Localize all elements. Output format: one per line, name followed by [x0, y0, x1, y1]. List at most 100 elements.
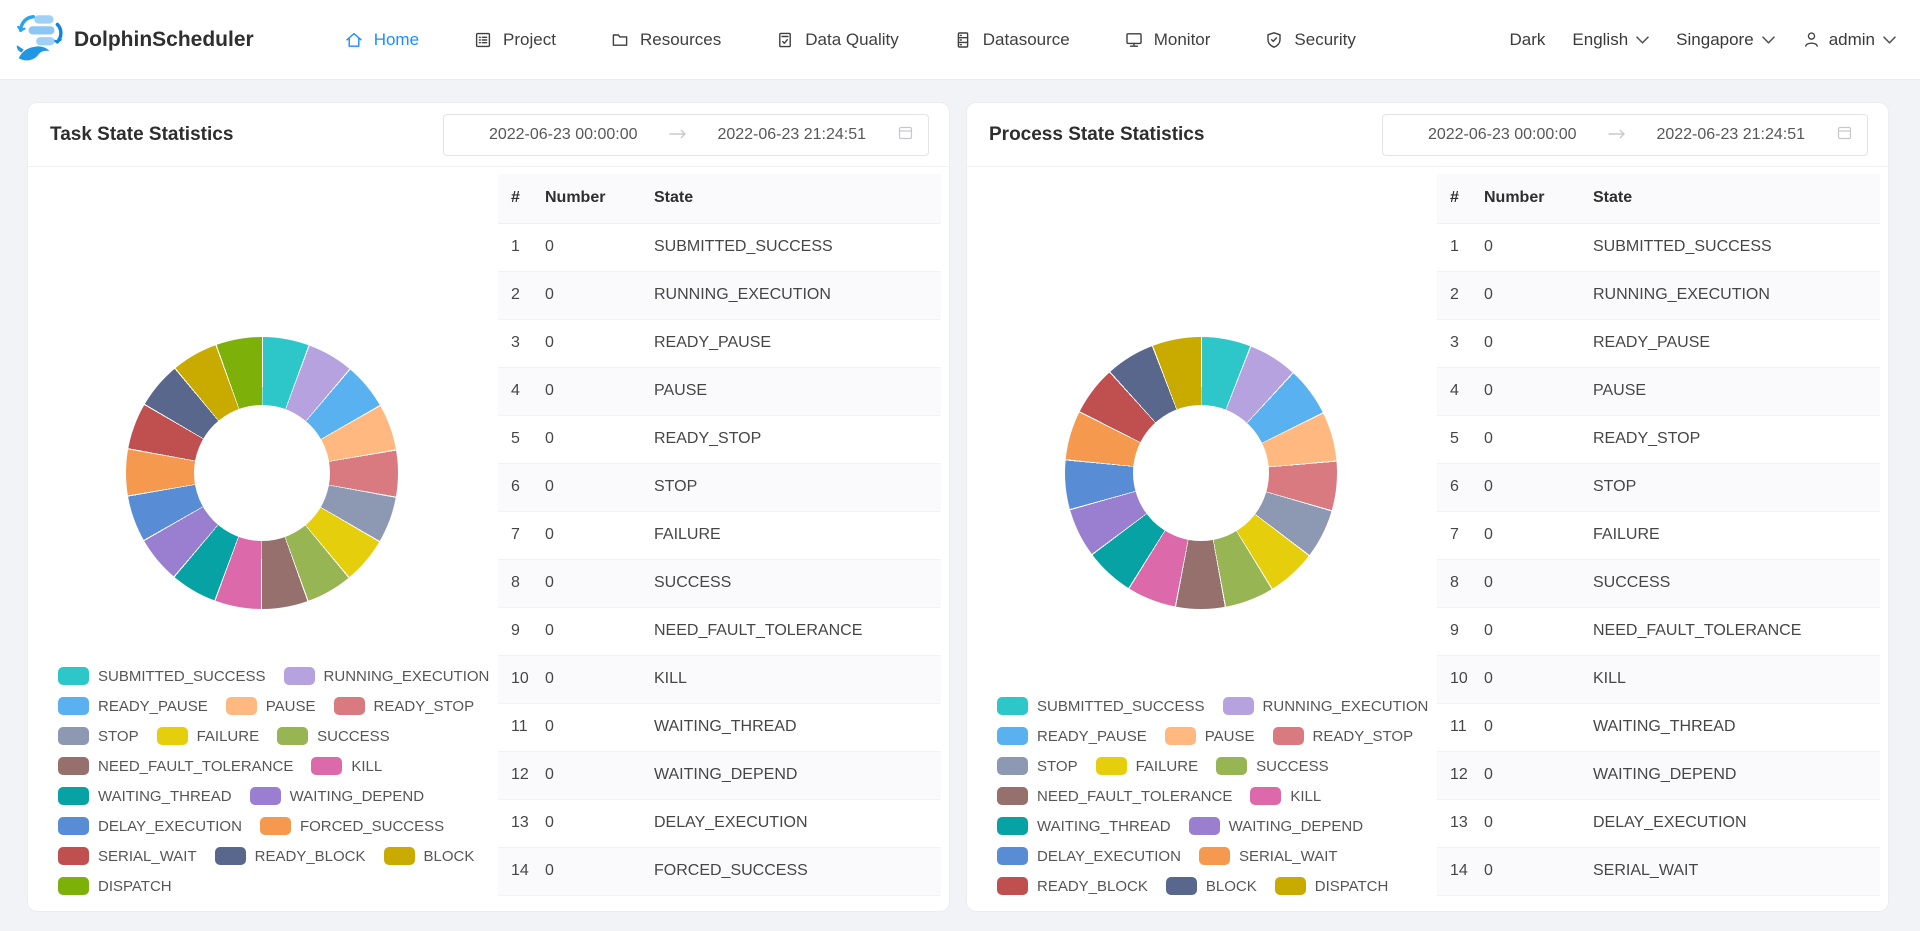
- chevron-down-icon: [1636, 36, 1649, 44]
- table-cell: KILL: [654, 655, 941, 703]
- table-row: 90NEED_FAULT_TOLERANCE: [1437, 607, 1880, 655]
- table-row: 30READY_PAUSE: [498, 319, 941, 367]
- table-cell: 0: [545, 463, 654, 511]
- table-row: 80SUCCESS: [498, 559, 941, 607]
- legend-row: NEED_FAULT_TOLERANCE KILL: [58, 751, 489, 781]
- table-cell: SUBMITTED_SUCCESS: [654, 223, 941, 271]
- table-cell: RUNNING_EXECUTION: [654, 271, 941, 319]
- nav-item-project[interactable]: Project: [473, 30, 556, 50]
- table-cell: 1: [498, 223, 545, 271]
- top-navbar: DolphinScheduler Home Project: [0, 0, 1920, 80]
- legend-item[interactable]: BLOCK: [1166, 877, 1257, 895]
- legend-item[interactable]: SUBMITTED_SUCCESS: [997, 697, 1205, 715]
- legend-item[interactable]: READY_STOP: [334, 697, 475, 715]
- legend-item[interactable]: BLOCK: [384, 847, 475, 865]
- nav-label: Data Quality: [805, 30, 899, 50]
- legend-swatch: [997, 757, 1028, 775]
- legend-item[interactable]: READY_PAUSE: [58, 697, 208, 715]
- column-header: #: [1437, 174, 1484, 223]
- legend-item[interactable]: DISPATCH: [1275, 877, 1389, 895]
- nav-item-home[interactable]: Home: [344, 30, 419, 50]
- legend-item[interactable]: WAITING_DEPEND: [250, 787, 424, 805]
- table-cell: DELAY_EXECUTION: [1593, 799, 1880, 847]
- legend-item[interactable]: DELAY_EXECUTION: [997, 847, 1181, 865]
- legend-item[interactable]: PAUSE: [1165, 727, 1255, 745]
- table-cell: 9: [498, 607, 545, 655]
- legend-item[interactable]: FAILURE: [1096, 757, 1199, 775]
- legend-item[interactable]: RUNNING_EXECUTION: [284, 667, 490, 685]
- date-range-picker[interactable]: 2022-06-23 00:00:00 2022-06-23 21:24:51: [443, 114, 929, 156]
- date-range-picker[interactable]: 2022-06-23 00:00:00 2022-06-23 21:24:51: [1382, 114, 1868, 156]
- table-cell: 0: [545, 751, 654, 799]
- table-row: 10SUBMITTED_SUCCESS: [498, 223, 941, 271]
- legend-item[interactable]: SUCCESS: [1216, 757, 1329, 775]
- table-cell: FORCED_SUCCESS: [654, 847, 941, 895]
- legend-item[interactable]: SERIAL_WAIT: [58, 847, 197, 865]
- nav-item-resources[interactable]: Resources: [610, 30, 721, 50]
- nav-item-datasource[interactable]: Datasource: [953, 30, 1070, 50]
- date-end[interactable]: 2022-06-23 21:24:51: [1626, 126, 1837, 144]
- timezone-select[interactable]: Singapore: [1676, 30, 1775, 50]
- nav-item-monitor[interactable]: Monitor: [1124, 30, 1211, 50]
- donut-hole: [1133, 405, 1269, 541]
- brand[interactable]: DolphinScheduler: [14, 10, 254, 69]
- legend-row: NEED_FAULT_TOLERANCE KILL: [997, 781, 1428, 811]
- legend-row: STOP FAILURE SUCCESS: [58, 721, 489, 751]
- legend-item[interactable]: FAILURE: [157, 727, 260, 745]
- theme-toggle-button[interactable]: Dark: [1510, 30, 1546, 50]
- legend-item[interactable]: READY_STOP: [1273, 727, 1414, 745]
- legend-item[interactable]: READY_BLOCK: [215, 847, 366, 865]
- legend-swatch: [58, 727, 89, 745]
- nav-item-data-quality[interactable]: Data Quality: [775, 30, 899, 50]
- legend-item[interactable]: WAITING_DEPEND: [1189, 817, 1363, 835]
- nav-item-security[interactable]: Security: [1264, 30, 1355, 50]
- legend-item[interactable]: WAITING_THREAD: [997, 817, 1171, 835]
- table-cell: 9: [1437, 607, 1484, 655]
- legend-item[interactable]: SUCCESS: [277, 727, 390, 745]
- legend-label: PAUSE: [266, 698, 316, 715]
- legend-item[interactable]: WAITING_THREAD: [58, 787, 232, 805]
- project-icon: [473, 30, 493, 50]
- table-cell: NEED_FAULT_TOLERANCE: [654, 607, 941, 655]
- table-cell: 3: [1437, 319, 1484, 367]
- legend-label: DELAY_EXECUTION: [1037, 848, 1181, 865]
- date-start[interactable]: 2022-06-23 00:00:00: [458, 126, 669, 144]
- legend-item[interactable]: READY_PAUSE: [997, 727, 1147, 745]
- process-state-donut-chart[interactable]: [1065, 337, 1337, 609]
- legend-label: SUCCESS: [317, 728, 390, 745]
- table-cell: 14: [498, 847, 545, 895]
- table-cell: 13: [1437, 799, 1484, 847]
- table-cell: 0: [545, 799, 654, 847]
- legend-item[interactable]: FORCED_SUCCESS: [260, 817, 444, 835]
- table-cell: 0: [545, 655, 654, 703]
- table-cell: STOP: [1593, 463, 1880, 511]
- legend-item[interactable]: DELAY_EXECUTION: [58, 817, 242, 835]
- table-cell: RUNNING_EXECUTION: [1593, 271, 1880, 319]
- table-cell: FAILURE: [654, 511, 941, 559]
- legend-item[interactable]: RUNNING_EXECUTION: [1223, 697, 1429, 715]
- navbar-right: Dark English Singapore admin: [1510, 30, 1897, 50]
- legend-item[interactable]: KILL: [1250, 787, 1321, 805]
- user-menu[interactable]: admin: [1802, 30, 1896, 50]
- date-end[interactable]: 2022-06-23 21:24:51: [687, 126, 898, 144]
- legend-item[interactable]: KILL: [311, 757, 382, 775]
- table-cell: 0: [545, 511, 654, 559]
- legend-item[interactable]: STOP: [997, 757, 1078, 775]
- table-cell: 4: [498, 367, 545, 415]
- legend-item[interactable]: SERIAL_WAIT: [1199, 847, 1338, 865]
- date-start[interactable]: 2022-06-23 00:00:00: [1397, 126, 1608, 144]
- legend-item[interactable]: NEED_FAULT_TOLERANCE: [997, 787, 1232, 805]
- folder-icon: [610, 30, 630, 50]
- legend-item[interactable]: SUBMITTED_SUCCESS: [58, 667, 266, 685]
- legend-item[interactable]: PAUSE: [226, 697, 316, 715]
- legend-item[interactable]: NEED_FAULT_TOLERANCE: [58, 757, 293, 775]
- table-cell: 0: [545, 607, 654, 655]
- task-state-donut-chart[interactable]: [126, 337, 398, 609]
- card-title: Task State Statistics: [50, 124, 233, 146]
- legend-label: DISPATCH: [98, 878, 172, 895]
- table-cell: 0: [1484, 607, 1593, 655]
- legend-item[interactable]: STOP: [58, 727, 139, 745]
- legend-item[interactable]: DISPATCH: [58, 877, 172, 895]
- language-select[interactable]: English: [1572, 30, 1649, 50]
- legend-item[interactable]: READY_BLOCK: [997, 877, 1148, 895]
